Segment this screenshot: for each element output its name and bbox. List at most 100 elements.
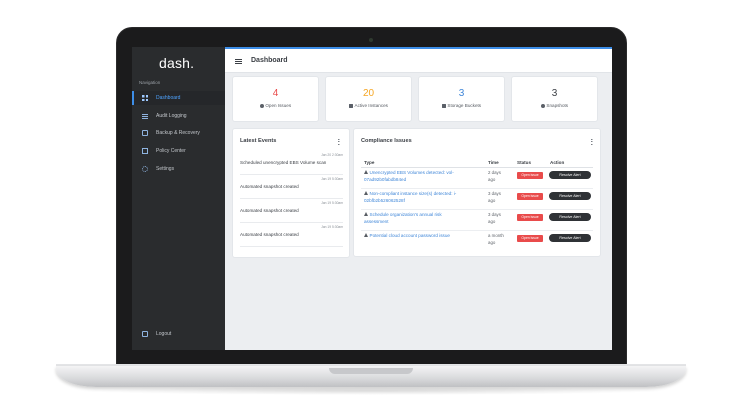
resolve-alert-button[interactable]: Resolve Alert <box>549 192 591 200</box>
status-badge: Open issue <box>517 193 543 200</box>
column-header-action: Action <box>550 160 565 165</box>
time-text: 3 days <box>488 212 501 217</box>
stat-label: Snapshots <box>546 103 569 108</box>
sidebar-item-policy-center[interactable]: Policy Center <box>132 144 225 158</box>
more-options-icon[interactable] <box>338 139 340 145</box>
stat-label: Active Instances <box>354 103 388 108</box>
stat-value: 3 <box>458 88 465 99</box>
sidebar-item-audit-logging[interactable]: Audit Logging <box>132 109 225 123</box>
issue-link[interactable]: Non-compliant instance size(s) detected:… <box>370 191 457 196</box>
header-divider <box>361 167 593 168</box>
status-badge: Open issue <box>517 214 543 221</box>
app-screen: dash. Navigation Dashboard Audit Logging… <box>132 47 612 350</box>
stat-card-active-instances[interactable]: 20 Active Instances <box>326 77 411 121</box>
stat-value: 20 <box>362 88 375 99</box>
issue-link-cont[interactable]: 02bfb2b526062528f <box>364 198 405 203</box>
resolve-alert-button[interactable]: Resolve Alert <box>549 213 591 221</box>
logout-icon <box>142 331 148 337</box>
top-bar: Dashboard <box>225 47 612 73</box>
row-divider <box>361 209 593 210</box>
table-row-time: 3 days ago <box>488 212 510 225</box>
warning-icon <box>364 170 368 174</box>
stat-card-storage-buckets[interactable]: 3 Storage Buckets <box>419 77 504 121</box>
event-text: Scheduled unencrypted EBS Volume scan <box>240 160 327 165</box>
stat-card-open-issues[interactable]: 4 Open Issues <box>233 77 318 121</box>
checklist-icon <box>142 148 148 154</box>
sidebar-item-settings[interactable]: Settings <box>132 162 225 176</box>
stat-label-row: Active Instances <box>326 103 411 108</box>
time-text: ago <box>488 218 496 224</box>
time-text: 3 days <box>488 191 501 196</box>
time-text: ago <box>488 176 496 182</box>
list-item: Jan 19 5:30am Automated snapshot created <box>240 225 343 247</box>
time-text: a month <box>488 233 504 238</box>
issue-link[interactable]: Potential cloud account password issue <box>370 233 450 238</box>
sidebar-item-label: Backup & Recovery <box>156 130 200 136</box>
logout-label: Logout <box>156 331 172 337</box>
sidebar-item-backup-recovery[interactable]: Backup & Recovery <box>132 126 225 140</box>
info-circle-icon <box>259 103 264 108</box>
stat-label-row: Open Issues <box>233 103 318 108</box>
stat-label-row: Snapshots <box>512 103 597 108</box>
latest-events-panel: Latest Events Jan 20 2:30am Scheduled un… <box>233 129 349 257</box>
stat-value: 3 <box>551 88 558 99</box>
event-time: Jan 19 5:30am <box>321 177 343 181</box>
time-text: ago <box>488 197 496 203</box>
clock-icon <box>540 103 545 108</box>
event-text: Automated snapshot created <box>240 184 299 189</box>
event-time: Jan 19 5:30am <box>321 201 343 205</box>
table-row-type[interactable]: Non-compliant instance size(s) detected:… <box>364 191 474 205</box>
status-badge: Open issue <box>517 235 543 242</box>
sidebar-item-label: Policy Center <box>156 148 186 154</box>
event-time: Jan 19 5:30am <box>321 225 343 229</box>
sidebar-item-dashboard[interactable]: Dashboard <box>132 91 225 105</box>
warning-icon <box>364 233 368 237</box>
row-divider <box>361 188 593 189</box>
issue-link[interactable]: Unencrypted EBS Volumes detected: vol- <box>370 170 454 175</box>
sidebar-item-label: Settings <box>156 166 175 172</box>
list-item: Jan 19 5:30am Automated snapshot created <box>240 201 343 223</box>
table-row-type[interactable]: Potential cloud account password issue <box>364 233 474 240</box>
grid-icon <box>142 95 148 101</box>
sidebar: dash. Navigation Dashboard Audit Logging… <box>132 47 225 350</box>
camera-dot <box>369 38 373 42</box>
table-row-time: 3 days ago <box>488 191 510 204</box>
compliance-issues-panel: Compliance Issues Type Time Status Actio… <box>354 129 600 256</box>
nav-caption: Navigation <box>139 80 161 85</box>
event-time: Jan 20 2:30am <box>321 153 343 157</box>
stat-value: 4 <box>272 88 279 99</box>
event-text: Automated snapshot created <box>240 208 299 213</box>
stat-label: Open Issues <box>265 103 292 108</box>
table-row-type[interactable]: Unencrypted EBS Volumes detected: vol- 0… <box>364 170 474 184</box>
issue-link-cont[interactable]: assessment <box>364 219 389 224</box>
panel-title: Compliance Issues <box>361 138 412 144</box>
sidebar-item-label: Audit Logging <box>156 113 187 119</box>
table-row-type[interactable]: Schedule organization's annual risk asse… <box>364 212 474 226</box>
logout-link[interactable]: Logout <box>132 327 225 341</box>
sidebar-item-label: Dashboard <box>156 95 181 101</box>
table-row-time: a month ago <box>488 233 510 246</box>
laptop-shadow <box>80 387 662 395</box>
row-divider <box>361 230 593 231</box>
column-header-time: Time <box>488 160 499 165</box>
event-text: Automated snapshot created <box>240 232 299 237</box>
time-text: ago <box>488 239 496 245</box>
resolve-alert-button[interactable]: Resolve Alert <box>549 171 591 179</box>
gear-icon <box>142 166 148 172</box>
hamburger-menu-icon[interactable] <box>235 59 242 64</box>
stat-label-row: Storage Buckets <box>419 103 504 108</box>
laptop-notch <box>329 368 413 374</box>
time-text: 2 days <box>488 170 501 175</box>
storage-icon <box>142 130 148 136</box>
stat-card-snapshots[interactable]: 3 Snapshots <box>512 77 597 121</box>
app-logo[interactable]: dash. <box>159 55 194 71</box>
resolve-alert-button[interactable]: Resolve Alert <box>549 234 591 242</box>
database-icon <box>441 103 446 108</box>
column-header-status: Status <box>517 160 532 165</box>
more-options-icon[interactable] <box>591 139 593 145</box>
issue-link-cont[interactable]: 07ad92b0fabdb84ed <box>364 177 406 182</box>
cubes-icon <box>349 103 354 108</box>
status-badge: Open issue <box>517 172 543 179</box>
list-item: Jan 20 2:30am Scheduled unencrypted EBS … <box>240 153 343 175</box>
issue-link[interactable]: Schedule organization's annual risk <box>370 212 442 217</box>
